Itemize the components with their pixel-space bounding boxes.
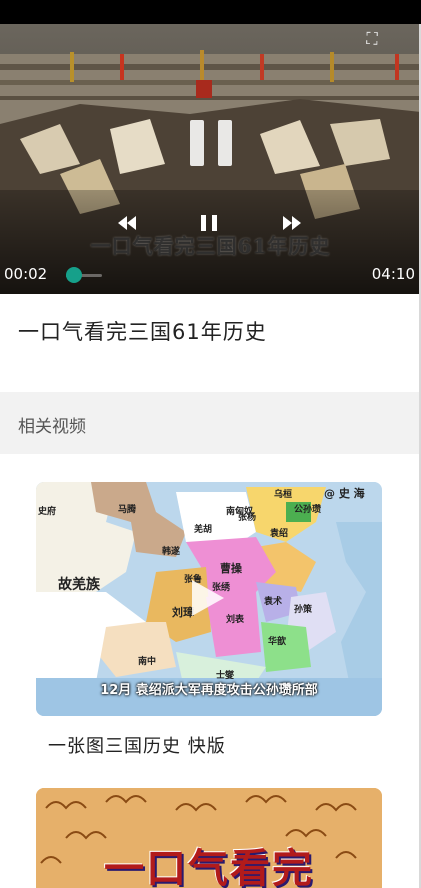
map-label: 孙策 [294, 605, 313, 615]
section-title: 相关视频 [18, 417, 86, 437]
map-label: 故羌族 [58, 577, 100, 593]
center-pause-button[interactable] [190, 120, 232, 166]
pause-button[interactable] [201, 215, 217, 231]
rewind-icon[interactable] [118, 216, 136, 230]
map-label: 袁绍 [270, 529, 289, 539]
map-label: 南中 [138, 657, 157, 667]
pause-bar-left [190, 120, 204, 166]
map-label: 华歆 [268, 637, 287, 647]
map-label: 乌桓 [274, 490, 293, 500]
map-label: @ 史 海 [324, 487, 365, 500]
related-video-title[interactable]: 一张图三国历史 快版 [48, 732, 226, 758]
map-label: 史府 [38, 507, 57, 517]
map-label: 韩遂 [162, 547, 181, 557]
video-title: 一口气看完三国61年历史 [18, 320, 267, 344]
pause-bar-left [201, 215, 206, 231]
video-player[interactable]: ⛶ 一口气看完三国61年历史 00:02 04:10 [0, 24, 421, 294]
thumbnail-title-text: 一口气看完 [104, 846, 314, 888]
related-video-thumbnail[interactable]: 马腾 乌桓 @ 史 海 史府 羌胡 南匈奴 公孙瓒 张杨 韩遂 袁绍 曹操 故羌… [36, 482, 382, 716]
map-label: 曹操 [220, 562, 242, 575]
map-label: 张杨 [238, 513, 257, 523]
play-icon[interactable] [190, 578, 226, 618]
total-time: 04:10 [371, 265, 415, 283]
thumbnail-caption: 12月 袁绍派大军再度攻击公孙瓒所部 [100, 683, 318, 698]
related-videos-header: 相关视频 [0, 392, 421, 454]
map-label: 马腾 [118, 505, 137, 515]
map-label: 羌胡 [194, 525, 213, 535]
related-video-thumbnail[interactable]: 一口气看完 [36, 788, 382, 888]
pause-bar-right [212, 215, 217, 231]
map-label: 刘表 [226, 615, 245, 625]
map-label: 公孙瓒 [294, 505, 322, 515]
pause-bar-right [218, 120, 232, 166]
fullscreen-icon[interactable]: ⛶ [363, 30, 381, 48]
status-bar [0, 0, 421, 24]
video-subtitle: 一口气看完三国61年历史 [90, 234, 331, 258]
map-label: 袁术 [264, 597, 283, 607]
current-time: 00:02 [4, 265, 48, 283]
fast-forward-icon[interactable] [283, 216, 301, 230]
